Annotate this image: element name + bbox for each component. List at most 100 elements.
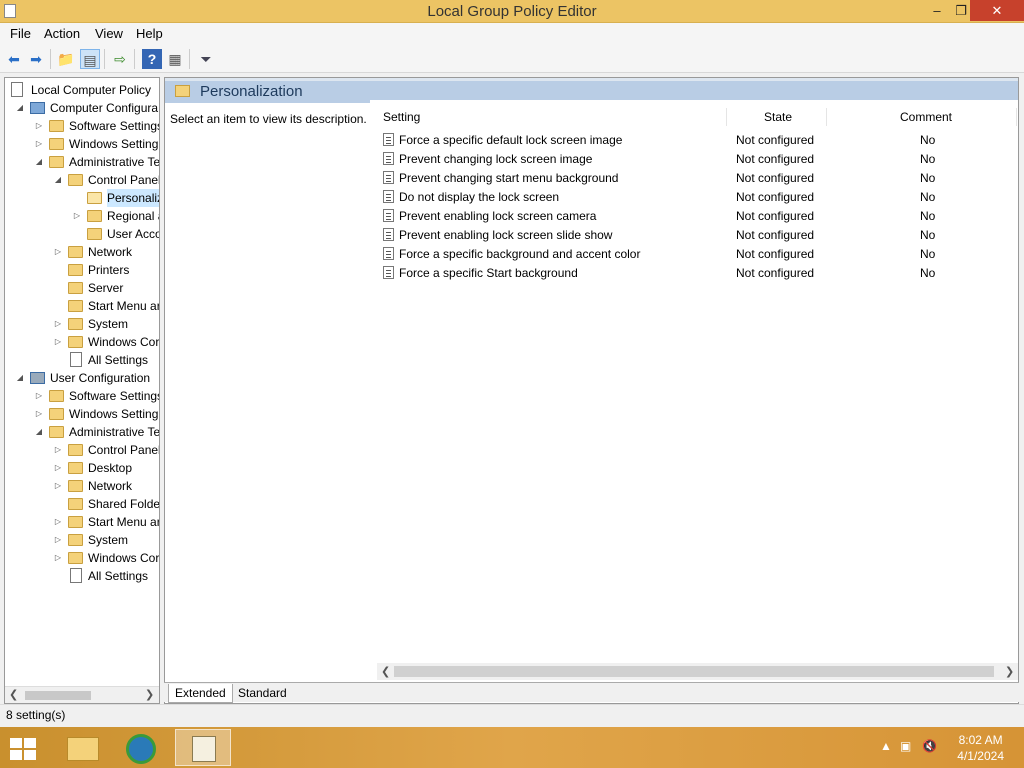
policy-setting-icon xyxy=(383,152,394,165)
expand-arrow-icon[interactable]: ▷ xyxy=(53,477,63,495)
scrollbar-thumb[interactable] xyxy=(25,691,91,700)
folder-icon xyxy=(68,282,83,294)
file-explorer-icon xyxy=(67,737,99,761)
scrollbar-thumb[interactable] xyxy=(394,666,994,677)
folder-icon xyxy=(68,552,83,564)
table-row[interactable]: Force a specific background and accent c… xyxy=(380,245,1018,264)
table-row[interactable]: Prevent enabling lock screen camera Not … xyxy=(380,207,1018,226)
section-title: Personalization xyxy=(200,83,303,100)
list-horizontal-scrollbar[interactable]: ❮ ❯ xyxy=(377,663,1018,680)
browser-button[interactable] xyxy=(114,729,170,766)
table-row[interactable]: Do not display the lock screen Not confi… xyxy=(380,188,1018,207)
window-title: Local Group Policy Editor xyxy=(427,3,597,20)
collapse-arrow-icon[interactable]: ◢ xyxy=(34,423,44,441)
menu-view[interactable]: View xyxy=(95,26,123,41)
properties-icon[interactable]: ▦ xyxy=(165,49,185,69)
computer-icon xyxy=(30,102,45,114)
column-header-state[interactable]: State xyxy=(764,110,792,124)
menu-bar: File Action View Help xyxy=(0,23,1024,45)
expand-arrow-icon[interactable]: ▷ xyxy=(53,441,63,459)
start-button[interactable] xyxy=(0,729,56,766)
description-text: Select an item to view its description. xyxy=(170,112,367,126)
clock-date: 4/1/2024 xyxy=(957,749,1004,763)
folder-icon xyxy=(68,318,83,330)
table-row[interactable]: Force a specific Start background Not co… xyxy=(380,264,1018,283)
column-header-setting[interactable]: Setting xyxy=(383,110,420,124)
minimize-button[interactable]: – xyxy=(924,0,950,21)
policy-editor-icon xyxy=(192,736,216,762)
expand-arrow-icon[interactable]: ▷ xyxy=(53,315,63,333)
expand-arrow-icon[interactable]: ▷ xyxy=(34,387,44,405)
folder-icon xyxy=(87,210,102,222)
column-divider[interactable] xyxy=(726,108,727,126)
folder-icon xyxy=(49,390,64,402)
expand-arrow-icon[interactable]: ▷ xyxy=(53,459,63,477)
show-hidden-icons-icon[interactable]: ▲ xyxy=(880,739,892,753)
back-icon[interactable]: ⬅ xyxy=(4,49,24,69)
close-button[interactable]: ✕ xyxy=(970,0,1024,21)
folder-icon xyxy=(68,174,83,186)
policy-setting-icon xyxy=(383,228,394,241)
tree-horizontal-scrollbar[interactable]: ❮ ❯ xyxy=(5,686,159,703)
scroll-left-icon[interactable]: ❮ xyxy=(9,688,18,701)
expand-arrow-icon[interactable]: ▷ xyxy=(34,405,44,423)
expand-arrow-icon[interactable]: ▷ xyxy=(72,207,82,225)
view-tabs: Extended Standard xyxy=(164,682,1019,703)
column-divider[interactable] xyxy=(826,108,827,126)
help-icon[interactable]: ? xyxy=(142,49,162,69)
expand-arrow-icon[interactable]: ▷ xyxy=(53,549,63,567)
menu-file[interactable]: File xyxy=(10,26,31,41)
collapse-arrow-icon[interactable]: ◢ xyxy=(15,369,25,387)
scroll-right-icon[interactable]: ❯ xyxy=(145,688,154,701)
export-list-icon[interactable]: ⇨ xyxy=(110,49,130,69)
volume-muted-icon[interactable]: 🔇 xyxy=(922,739,937,753)
collapse-arrow-icon[interactable]: ◢ xyxy=(53,171,63,189)
filter-icon[interactable]: ⏷ xyxy=(196,49,216,69)
table-row[interactable]: Prevent changing start menu background N… xyxy=(380,169,1018,188)
scroll-left-icon[interactable]: ❮ xyxy=(381,665,390,678)
folder-icon xyxy=(49,156,64,168)
expand-arrow-icon[interactable]: ▷ xyxy=(53,333,63,351)
column-header-comment[interactable]: Comment xyxy=(900,110,952,124)
clock[interactable]: 8:02 AM 4/1/2024 xyxy=(957,732,1004,764)
toolbar: ⬅ ➡ 📁 ▤ ⇨ ? ▦ ⏷ xyxy=(0,45,1024,73)
policy-setting-icon xyxy=(383,266,394,279)
toolbar-separator xyxy=(104,49,105,69)
column-divider[interactable] xyxy=(1016,108,1017,126)
toolbar-separator xyxy=(50,49,51,69)
policy-doc-icon xyxy=(11,82,23,97)
group-policy-editor-button[interactable] xyxy=(175,729,231,766)
folder-icon xyxy=(68,498,83,510)
details-pane: Personalization Select an item to view i… xyxy=(164,77,1019,704)
file-explorer-button[interactable] xyxy=(56,729,112,766)
folder-icon xyxy=(68,444,83,456)
expand-arrow-icon[interactable]: ▷ xyxy=(53,513,63,531)
folder-icon xyxy=(49,408,64,420)
folder-icon xyxy=(175,85,190,97)
expand-arrow-icon[interactable]: ▷ xyxy=(53,243,63,261)
scroll-right-icon[interactable]: ❯ xyxy=(1005,665,1014,678)
tab-extended[interactable]: Extended xyxy=(168,684,233,703)
table-row[interactable]: Prevent enabling lock screen slide show … xyxy=(380,226,1018,245)
policy-setting-icon xyxy=(383,247,394,260)
folder-icon xyxy=(68,534,83,546)
collapse-arrow-icon[interactable]: ◢ xyxy=(34,153,44,171)
table-row[interactable]: Prevent changing lock screen image Not c… xyxy=(380,150,1018,169)
tree-pane: Local Computer Policy ◢ Computer Configu… xyxy=(4,77,160,704)
forward-icon[interactable]: ➡ xyxy=(26,49,46,69)
folder-icon xyxy=(68,300,83,312)
collapse-arrow-icon[interactable]: ◢ xyxy=(15,99,25,117)
up-folder-icon[interactable]: 📁 xyxy=(56,49,76,69)
expand-arrow-icon[interactable]: ▷ xyxy=(34,135,44,153)
menu-help[interactable]: Help xyxy=(136,26,163,41)
tab-standard[interactable]: Standard xyxy=(232,684,293,702)
expand-arrow-icon[interactable]: ▷ xyxy=(53,531,63,549)
table-row[interactable]: Force a specific default lock screen ima… xyxy=(380,131,1018,150)
system-tray: ▲ ▣ 🔇 8:02 AM 4/1/2024 xyxy=(864,727,1024,768)
folder-icon xyxy=(49,138,64,150)
expand-arrow-icon[interactable]: ▷ xyxy=(34,117,44,135)
network-icon[interactable]: ▣ xyxy=(900,739,911,753)
menu-action[interactable]: Action xyxy=(44,26,80,41)
status-text: 8 setting(s) xyxy=(6,708,66,722)
show-hide-tree-icon[interactable]: ▤ xyxy=(80,49,100,69)
